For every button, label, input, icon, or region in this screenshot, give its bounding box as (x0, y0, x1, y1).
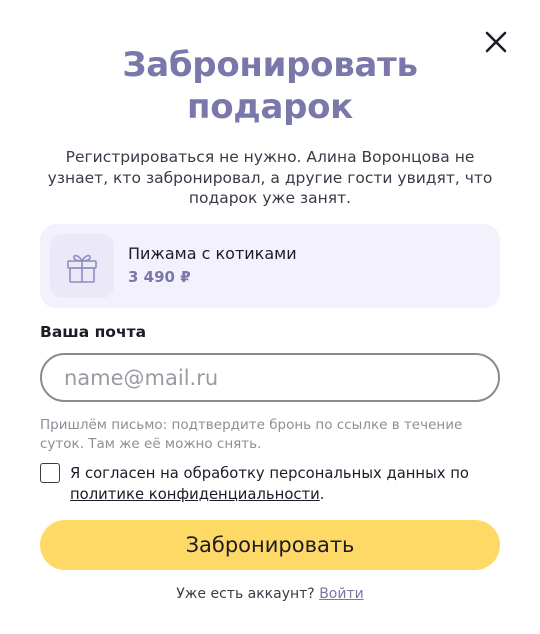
modal-subtitle: Регистрироваться не нужно. Алина Воронцо… (47, 148, 493, 207)
email-field[interactable] (40, 353, 500, 402)
login-question: Уже есть аккаунт? (176, 586, 315, 602)
email-label: Ваша почта (40, 323, 147, 341)
gift-price: 3 490 ₽ (128, 268, 191, 286)
title-line-1: Забронировать (122, 45, 418, 85)
title-line-2: подарок (187, 87, 353, 127)
gift-card: Пижама с котиками 3 490 ₽ (40, 224, 500, 308)
consent-suffix: . (319, 486, 325, 503)
gift-name: Пижама с котиками (128, 244, 297, 263)
consent-text: Я согласен на обработку персональных дан… (70, 465, 469, 482)
privacy-policy-link[interactable]: политике конфиденциальности (70, 486, 320, 503)
consent-label: Я согласен на обработку персональных дан… (70, 463, 510, 505)
book-button[interactable]: Забронировать (40, 520, 500, 570)
gift-icon-box (50, 234, 114, 298)
gift-icon (67, 254, 97, 283)
login-link[interactable]: Войти (319, 586, 364, 602)
login-row: Уже есть аккаунт? Войти (40, 586, 500, 602)
booking-modal: Забронировать подарок Регистрироваться н… (0, 0, 540, 634)
modal-title: Забронировать подарок (40, 44, 500, 128)
consent-checkbox[interactable] (40, 463, 60, 483)
email-hint: Пришлём письмо: подтвердите бронь по ссы… (40, 417, 463, 452)
